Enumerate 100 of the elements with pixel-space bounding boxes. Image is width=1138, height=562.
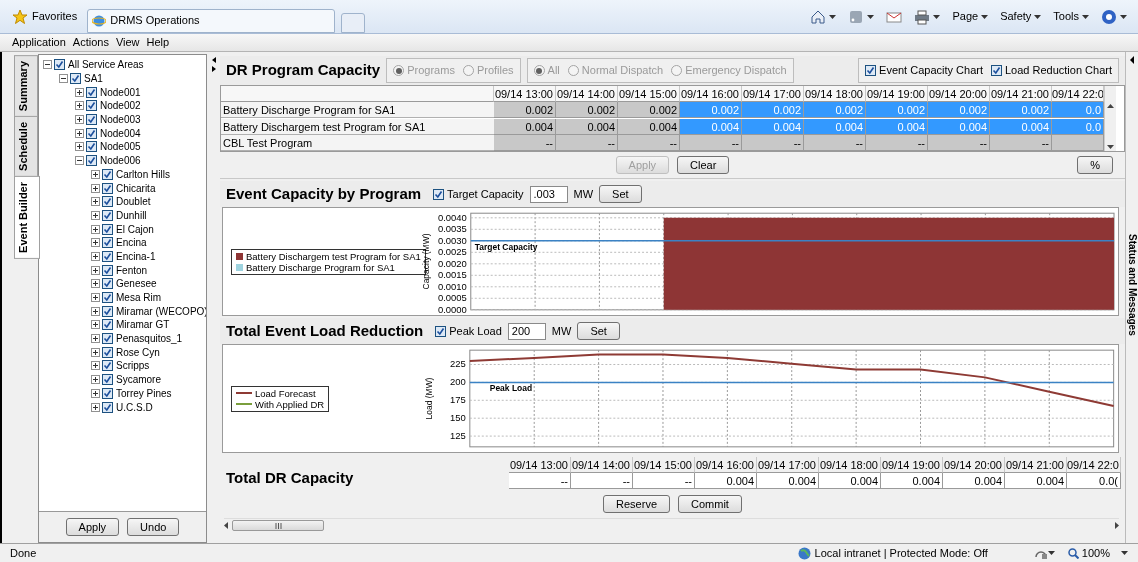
tree-checkbox[interactable] xyxy=(102,333,113,345)
caret-icon[interactable] xyxy=(1120,14,1127,19)
expand-icon[interactable] xyxy=(91,375,100,385)
tree-checkbox[interactable] xyxy=(102,278,113,290)
menu-item[interactable]: Application xyxy=(12,34,66,51)
tree-checkbox[interactable] xyxy=(86,127,97,139)
tree-item[interactable]: Miramar GT xyxy=(115,317,170,333)
expand-icon[interactable] xyxy=(91,238,100,248)
zoom-button[interactable]: 100% xyxy=(1064,543,1113,562)
tree-checkbox[interactable] xyxy=(102,401,113,413)
table-cell[interactable]: 0.002 xyxy=(556,102,618,119)
tree-checkbox[interactable] xyxy=(102,250,113,262)
menu-item[interactable]: Help xyxy=(146,34,170,51)
command-menu[interactable]: Safety xyxy=(997,7,1045,26)
caret-icon[interactable] xyxy=(1034,14,1042,19)
commit-action-button[interactable]: Reserve xyxy=(603,495,671,513)
expand-icon[interactable] xyxy=(91,197,100,207)
expand-icon[interactable] xyxy=(91,402,100,412)
scroll-thumb[interactable] xyxy=(232,520,324,531)
set-button[interactable]: Set xyxy=(599,185,642,203)
expand-icon[interactable] xyxy=(91,183,100,193)
expand-icon[interactable] xyxy=(91,169,100,179)
tree-item[interactable]: Carlton Hills xyxy=(115,166,170,182)
horizontal-scrollbar[interactable] xyxy=(224,518,1119,532)
tree-checkbox[interactable] xyxy=(102,374,113,386)
tree-checkbox[interactable] xyxy=(102,292,113,304)
set-button[interactable]: Set xyxy=(577,322,620,340)
caret-icon[interactable] xyxy=(1082,14,1089,19)
tree-item[interactable]: Node002 xyxy=(99,98,141,114)
tree-checkbox[interactable] xyxy=(102,305,113,317)
tree-item[interactable]: Scripps xyxy=(115,358,150,374)
target-checkbox[interactable]: Target Capacity xyxy=(433,185,524,203)
tree-item[interactable]: Node001 xyxy=(99,84,141,100)
side-tab[interactable]: Summary xyxy=(14,55,38,118)
target-checkbox[interactable]: Peak Load xyxy=(435,322,502,340)
tree-item[interactable]: Encina-1 xyxy=(115,248,156,264)
tree-checkbox[interactable] xyxy=(102,196,113,208)
menu-item[interactable]: View xyxy=(115,34,140,51)
table-action-button[interactable]: Clear xyxy=(677,156,730,174)
menu-item[interactable]: Actions xyxy=(72,34,109,51)
scroll-left-icon[interactable] xyxy=(224,522,228,529)
tree-item[interactable]: U.C.S.D xyxy=(115,399,153,415)
caret-icon[interactable] xyxy=(981,14,989,19)
command-menu[interactable]: Tools xyxy=(1050,7,1092,26)
tree-checkbox[interactable] xyxy=(86,100,97,112)
table-cell[interactable]: 0.004 xyxy=(618,118,680,135)
chart-checkbox[interactable]: Event Capacity Chart xyxy=(865,62,983,79)
tree-checkbox[interactable] xyxy=(54,59,65,71)
expand-icon[interactable] xyxy=(75,101,84,111)
tree-item[interactable]: Node003 xyxy=(99,112,141,128)
tree-item[interactable]: Encina xyxy=(115,235,147,251)
expand-icon[interactable] xyxy=(75,87,84,97)
expand-icon[interactable] xyxy=(91,265,100,275)
tree-checkbox[interactable] xyxy=(102,264,113,276)
tree-item[interactable]: Penasquitos_1 xyxy=(115,331,183,347)
collapse-icon[interactable] xyxy=(59,74,68,84)
value-field[interactable]: .003 xyxy=(529,185,568,203)
scroll-down-icon[interactable] xyxy=(1107,145,1114,149)
expand-icon[interactable] xyxy=(91,388,100,398)
tree-checkbox[interactable] xyxy=(102,346,113,358)
expand-icon[interactable] xyxy=(75,128,84,138)
percent-button[interactable]: % xyxy=(1077,156,1113,174)
tree-item[interactable]: Torrey Pines xyxy=(115,385,172,401)
collapse-icon[interactable] xyxy=(75,156,84,166)
expand-icon[interactable] xyxy=(91,251,100,261)
caret-icon[interactable] xyxy=(829,14,837,19)
tree-checkbox[interactable] xyxy=(102,209,113,221)
tree-checkbox[interactable] xyxy=(86,114,97,126)
expand-icon[interactable] xyxy=(91,361,100,371)
expand-icon[interactable] xyxy=(91,347,100,357)
scroll-right-icon[interactable] xyxy=(1115,522,1119,529)
favorites-button[interactable]: Favorites xyxy=(8,6,82,27)
expand-icon[interactable] xyxy=(91,210,100,220)
tree-item[interactable]: Sycamore xyxy=(115,372,161,388)
tree-item[interactable]: Mesa Rim xyxy=(115,290,161,306)
side-tab[interactable]: Schedule xyxy=(14,116,38,178)
caret-icon[interactable] xyxy=(867,14,875,19)
table-cell[interactable]: 0.004 xyxy=(494,118,556,135)
caret-icon[interactable] xyxy=(933,14,941,19)
tree-item[interactable]: Fenton xyxy=(115,262,148,278)
tree-item[interactable]: El Cajon xyxy=(115,221,154,237)
tree-checkbox[interactable] xyxy=(102,319,113,331)
expand-icon[interactable] xyxy=(91,320,100,330)
caret-icon[interactable] xyxy=(1047,551,1055,555)
tree-checkbox[interactable] xyxy=(102,182,113,194)
table-cell[interactable]: 0.004 xyxy=(556,118,618,135)
expand-icon[interactable] xyxy=(91,306,100,316)
tree-item[interactable]: Dunhill xyxy=(115,207,147,223)
expand-icon[interactable] xyxy=(75,142,84,152)
expand-icon[interactable] xyxy=(91,279,100,289)
scroll-up-icon[interactable] xyxy=(1107,104,1114,108)
commit-action-button[interactable]: Commit xyxy=(678,495,742,513)
tree-checkbox[interactable] xyxy=(102,360,113,372)
tree-action-button[interactable]: Undo xyxy=(127,518,180,536)
expand-icon[interactable] xyxy=(91,334,100,344)
side-panel-title[interactable]: Status and Messages xyxy=(1124,234,1138,336)
tree-item[interactable]: Rose Cyn xyxy=(115,344,160,360)
tree-checkbox[interactable] xyxy=(86,141,97,153)
tree-item[interactable]: All Service Areas xyxy=(67,57,144,73)
value-field[interactable]: 200 xyxy=(507,322,546,340)
